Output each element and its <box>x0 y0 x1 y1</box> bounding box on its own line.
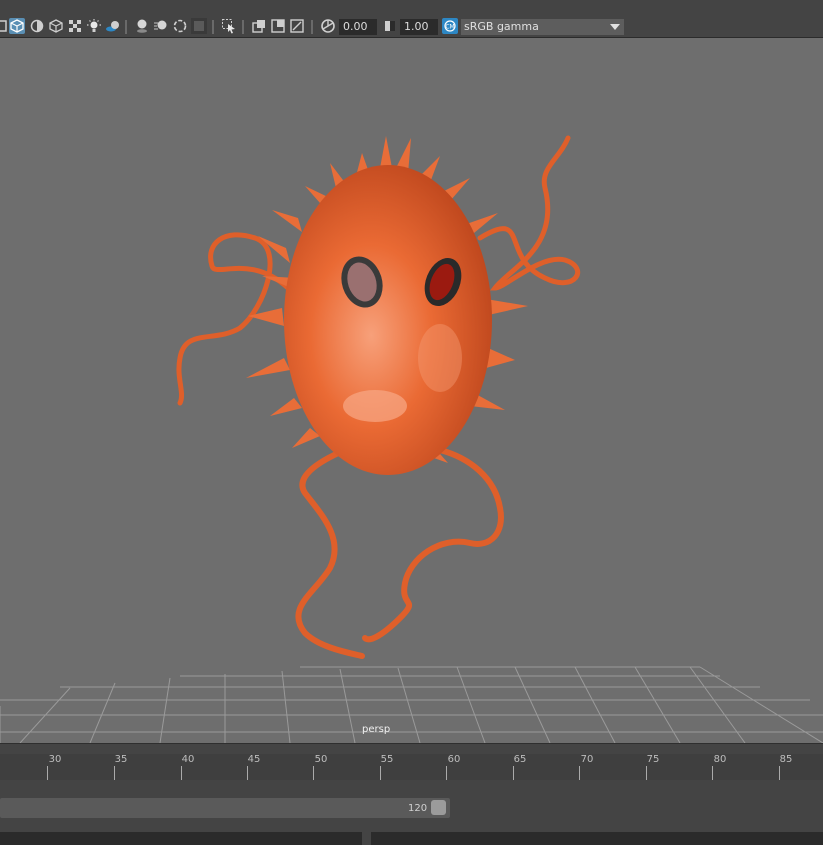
time-tick-label: 30 <box>48 754 62 765</box>
color-management-icon[interactable]: CM <box>442 18 458 34</box>
isolate-select-icon[interactable] <box>221 18 237 34</box>
xray-icon[interactable] <box>29 18 45 34</box>
time-tick-major <box>779 766 780 780</box>
lights-icon[interactable] <box>86 18 102 34</box>
range-slider[interactable]: 120 <box>0 788 823 828</box>
creature-body <box>284 165 492 475</box>
time-slider[interactable]: 30 35 40 45 50 55 60 65 70 75 80 85 <box>0 743 823 788</box>
time-tick-label: 55 <box>380 754 394 765</box>
gamma-field[interactable]: 1.00 <box>400 19 438 35</box>
exposure-field[interactable]: 0.00 <box>339 19 377 35</box>
range-slider-track[interactable] <box>0 798 450 818</box>
depth-of-field-icon[interactable] <box>191 18 207 34</box>
time-tick-major <box>446 766 447 780</box>
time-tick-major <box>114 766 115 780</box>
motion-blur-icon[interactable] <box>153 18 169 34</box>
range-slider-handle[interactable] <box>431 800 446 815</box>
shadows-icon[interactable] <box>105 18 121 34</box>
time-tick-major <box>513 766 514 780</box>
toolbar-separator <box>242 20 244 34</box>
time-tick-label: 35 <box>114 754 128 765</box>
time-tick-major <box>579 766 580 780</box>
toolbar-separator <box>311 20 313 34</box>
time-tick-major <box>247 766 248 780</box>
range-end-label: 120 <box>408 803 428 814</box>
time-tick-label: 65 <box>513 754 527 765</box>
grid-icon[interactable] <box>270 18 286 34</box>
time-tick-major <box>181 766 182 780</box>
time-tick-label: 85 <box>779 754 793 765</box>
multisample-aa-icon[interactable] <box>172 18 188 34</box>
viewport-toolbar: 0.00 1.00 CM sRGB gamma <box>0 0 823 38</box>
time-tick-label: 75 <box>646 754 660 765</box>
chevron-down-icon[interactable] <box>605 19 624 35</box>
time-tick-major <box>313 766 314 780</box>
exposure-icon[interactable] <box>320 18 336 34</box>
default-material-icon[interactable] <box>9 18 25 34</box>
toolbar-separator <box>212 20 214 34</box>
ground-grid <box>0 666 823 743</box>
command-line-area <box>0 828 823 845</box>
time-tick-major <box>646 766 647 780</box>
time-tick-label: 70 <box>580 754 594 765</box>
time-tick-label: 50 <box>314 754 328 765</box>
command-feedback <box>371 832 823 845</box>
gamma-icon[interactable] <box>382 18 398 34</box>
camera-gate-icon[interactable] <box>251 18 267 34</box>
checker-texture-icon[interactable] <box>67 18 83 34</box>
ambient-occlusion-icon[interactable] <box>134 18 150 34</box>
toolbar-separator <box>125 20 127 34</box>
time-tick-major <box>380 766 381 780</box>
time-slider-track[interactable]: 30 35 40 45 50 55 60 65 70 75 80 85 <box>0 754 823 780</box>
time-tick-label: 80 <box>713 754 727 765</box>
xray-joints-icon[interactable] <box>48 18 64 34</box>
resolution-gate-icon[interactable] <box>289 18 305 34</box>
color-space-dropdown[interactable]: sRGB gamma <box>461 19 624 35</box>
time-tick-label: 40 <box>181 754 195 765</box>
3d-viewport[interactable]: persp <box>0 38 823 743</box>
command-input[interactable] <box>0 832 362 845</box>
svg-text:CM: CM <box>445 24 454 31</box>
time-tick-label: 60 <box>447 754 461 765</box>
time-tick-label: 45 <box>247 754 261 765</box>
time-tick-major <box>712 766 713 780</box>
time-tick-major <box>47 766 48 780</box>
camera-label: persp <box>362 724 391 735</box>
